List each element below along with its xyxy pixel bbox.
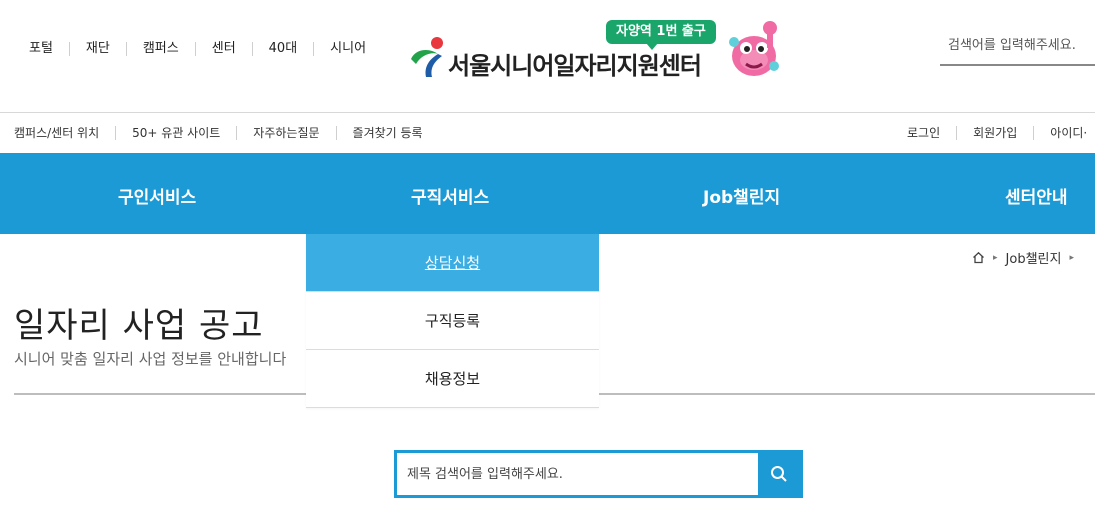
util-link-faq[interactable]: 자주하는질문 bbox=[236, 126, 335, 140]
notice-search-input[interactable] bbox=[407, 462, 747, 486]
util-link-bookmark[interactable]: 즐겨찾기 등록 bbox=[335, 126, 439, 140]
nav-item-center-info[interactable]: 센터안내 bbox=[1005, 183, 1068, 208]
portal-link-40s[interactable]: 40대 bbox=[251, 42, 314, 56]
notice-search-button[interactable] bbox=[758, 453, 800, 495]
portal-link-campus[interactable]: 캠퍼스 bbox=[125, 42, 195, 56]
header-search-input[interactable] bbox=[940, 30, 1095, 60]
login-link[interactable]: 로그인 bbox=[907, 126, 956, 140]
portal-link-center[interactable]: 센터 bbox=[194, 42, 252, 56]
nav-item-recruit-service[interactable]: 구인서비스 bbox=[118, 183, 196, 208]
header-search bbox=[940, 30, 1095, 66]
utility-bar: 캠퍼스/센터 위치 50+ 유관 사이트 자주하는질문 즐겨찾기 등록 로그인 … bbox=[0, 113, 1095, 153]
signup-link[interactable]: 회원가입 bbox=[956, 126, 1033, 140]
page-description: 시니어 맞춤 일자리 사업 정보를 안내합니다 bbox=[14, 350, 287, 368]
breadcrumb-separator-icon: ▸ bbox=[1069, 252, 1074, 263]
utility-links: 캠퍼스/센터 위치 50+ 유관 사이트 자주하는질문 즐겨찾기 등록 bbox=[14, 126, 439, 140]
util-link-related-sites[interactable]: 50+ 유관 사이트 bbox=[115, 126, 236, 140]
seoul-logo-mark-icon bbox=[411, 37, 443, 77]
breadcrumb-separator-icon: ▸ bbox=[993, 252, 998, 263]
submenu-item-job-info[interactable]: 채용정보 bbox=[306, 350, 599, 408]
site-logo[interactable]: 서울시니어일자리지원센터 자양역 1번 출구 bbox=[408, 18, 788, 82]
submenu-item-consultation[interactable]: 상담신청 bbox=[306, 234, 599, 292]
breadcrumb: ▸ Job챌린지 ▸ bbox=[972, 248, 1082, 267]
member-links: 로그인 회원가입 아이디· bbox=[907, 126, 1095, 140]
util-link-location[interactable]: 캠퍼스/센터 위치 bbox=[14, 126, 115, 140]
location-badge: 자양역 1번 출구 bbox=[606, 20, 716, 50]
home-icon[interactable] bbox=[972, 251, 985, 264]
portal-link-senior[interactable]: 시니어 bbox=[313, 42, 382, 56]
breadcrumb-item-job-challenge[interactable]: Job챌린지 bbox=[1006, 248, 1062, 267]
portal-links: 포털 재단 캠퍼스 센터 40대 시니어 bbox=[15, 42, 382, 56]
nav-item-job-seeking-service[interactable]: 구직서비스 bbox=[411, 183, 489, 208]
main-navigation: 구인서비스 구직서비스 Job챌린지 센터안내 bbox=[0, 153, 1095, 234]
job-seeking-submenu: 상담신청 구직등록 채용정보 bbox=[306, 229, 599, 408]
portal-link-foundation[interactable]: 재단 bbox=[68, 42, 126, 56]
search-icon bbox=[771, 466, 787, 482]
page-title: 일자리 사업 공고 bbox=[14, 306, 264, 346]
site-header: 포털 재단 캠퍼스 센터 40대 시니어 서울시니어일자리지원센터 자양역 1번… bbox=[0, 0, 1095, 112]
logo-text: 서울시니어일자리지원센터 bbox=[448, 52, 702, 80]
nav-item-job-challenge[interactable]: Job챌린지 bbox=[703, 183, 780, 208]
submenu-item-job-registration[interactable]: 구직등록 bbox=[306, 292, 599, 350]
portal-link-portal[interactable]: 포털 bbox=[15, 42, 69, 56]
mascot-image bbox=[729, 21, 779, 76]
notice-search-box bbox=[394, 450, 803, 498]
find-id-link[interactable]: 아이디· bbox=[1033, 126, 1095, 140]
